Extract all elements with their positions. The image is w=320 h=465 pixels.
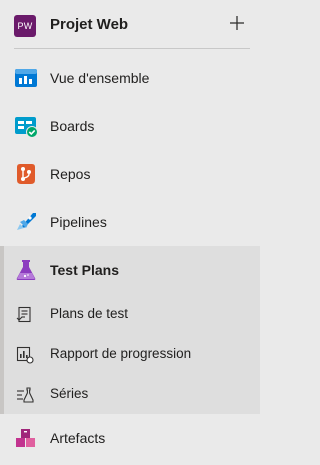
nav-item-pipelines[interactable]: Pipelines (0, 198, 260, 246)
nav-item-boards[interactable]: Boards (0, 102, 260, 150)
sub-item-label: Séries (50, 386, 89, 401)
sub-item-label: Rapport de progression (50, 346, 192, 361)
pipelines-icon (14, 210, 38, 234)
nav-item-overview[interactable]: Vue d'ensemble (0, 54, 260, 102)
project-avatar: PW (14, 15, 36, 37)
nav-item-label: Vue d'ensemble (50, 70, 150, 86)
header-divider (14, 48, 250, 49)
sub-item-progress-report[interactable]: Rapport de progression (0, 334, 260, 374)
sub-item-test-plans[interactable]: Plans de test (0, 294, 260, 334)
runs-icon (16, 386, 34, 404)
test-plans-group: Test Plans Plans de test Rapport de prog… (0, 246, 260, 414)
artifacts-icon (14, 426, 38, 450)
project-header[interactable]: PW Projet Web (0, 0, 260, 48)
nav-item-label: Repos (50, 166, 91, 182)
sub-item-label: Plans de test (50, 306, 129, 321)
project-name[interactable]: Projet Web (50, 14, 128, 36)
test-plans-icon (14, 258, 38, 282)
nav-item-repos[interactable]: Repos (0, 150, 260, 198)
sub-item-runs[interactable]: Séries (0, 374, 260, 414)
nav-item-artifacts[interactable]: Artefacts (0, 414, 260, 462)
nav-item-label: Artefacts (50, 430, 106, 446)
boards-icon (14, 114, 38, 138)
repos-icon (14, 162, 38, 186)
plus-icon (230, 16, 244, 30)
progress-report-icon (16, 346, 34, 364)
nav-item-label: Boards (50, 118, 95, 134)
nav-item-label: Pipelines (50, 214, 107, 230)
nav-item-test-plans[interactable]: Test Plans (0, 246, 260, 294)
overview-icon (14, 66, 38, 90)
project-nav-sidebar: PW Projet Web Vue d'ensemble Boards Repo… (0, 0, 260, 465)
nav-item-label: Test Plans (50, 262, 119, 278)
test-plan-list-icon (16, 306, 34, 324)
add-button[interactable] (226, 12, 248, 34)
